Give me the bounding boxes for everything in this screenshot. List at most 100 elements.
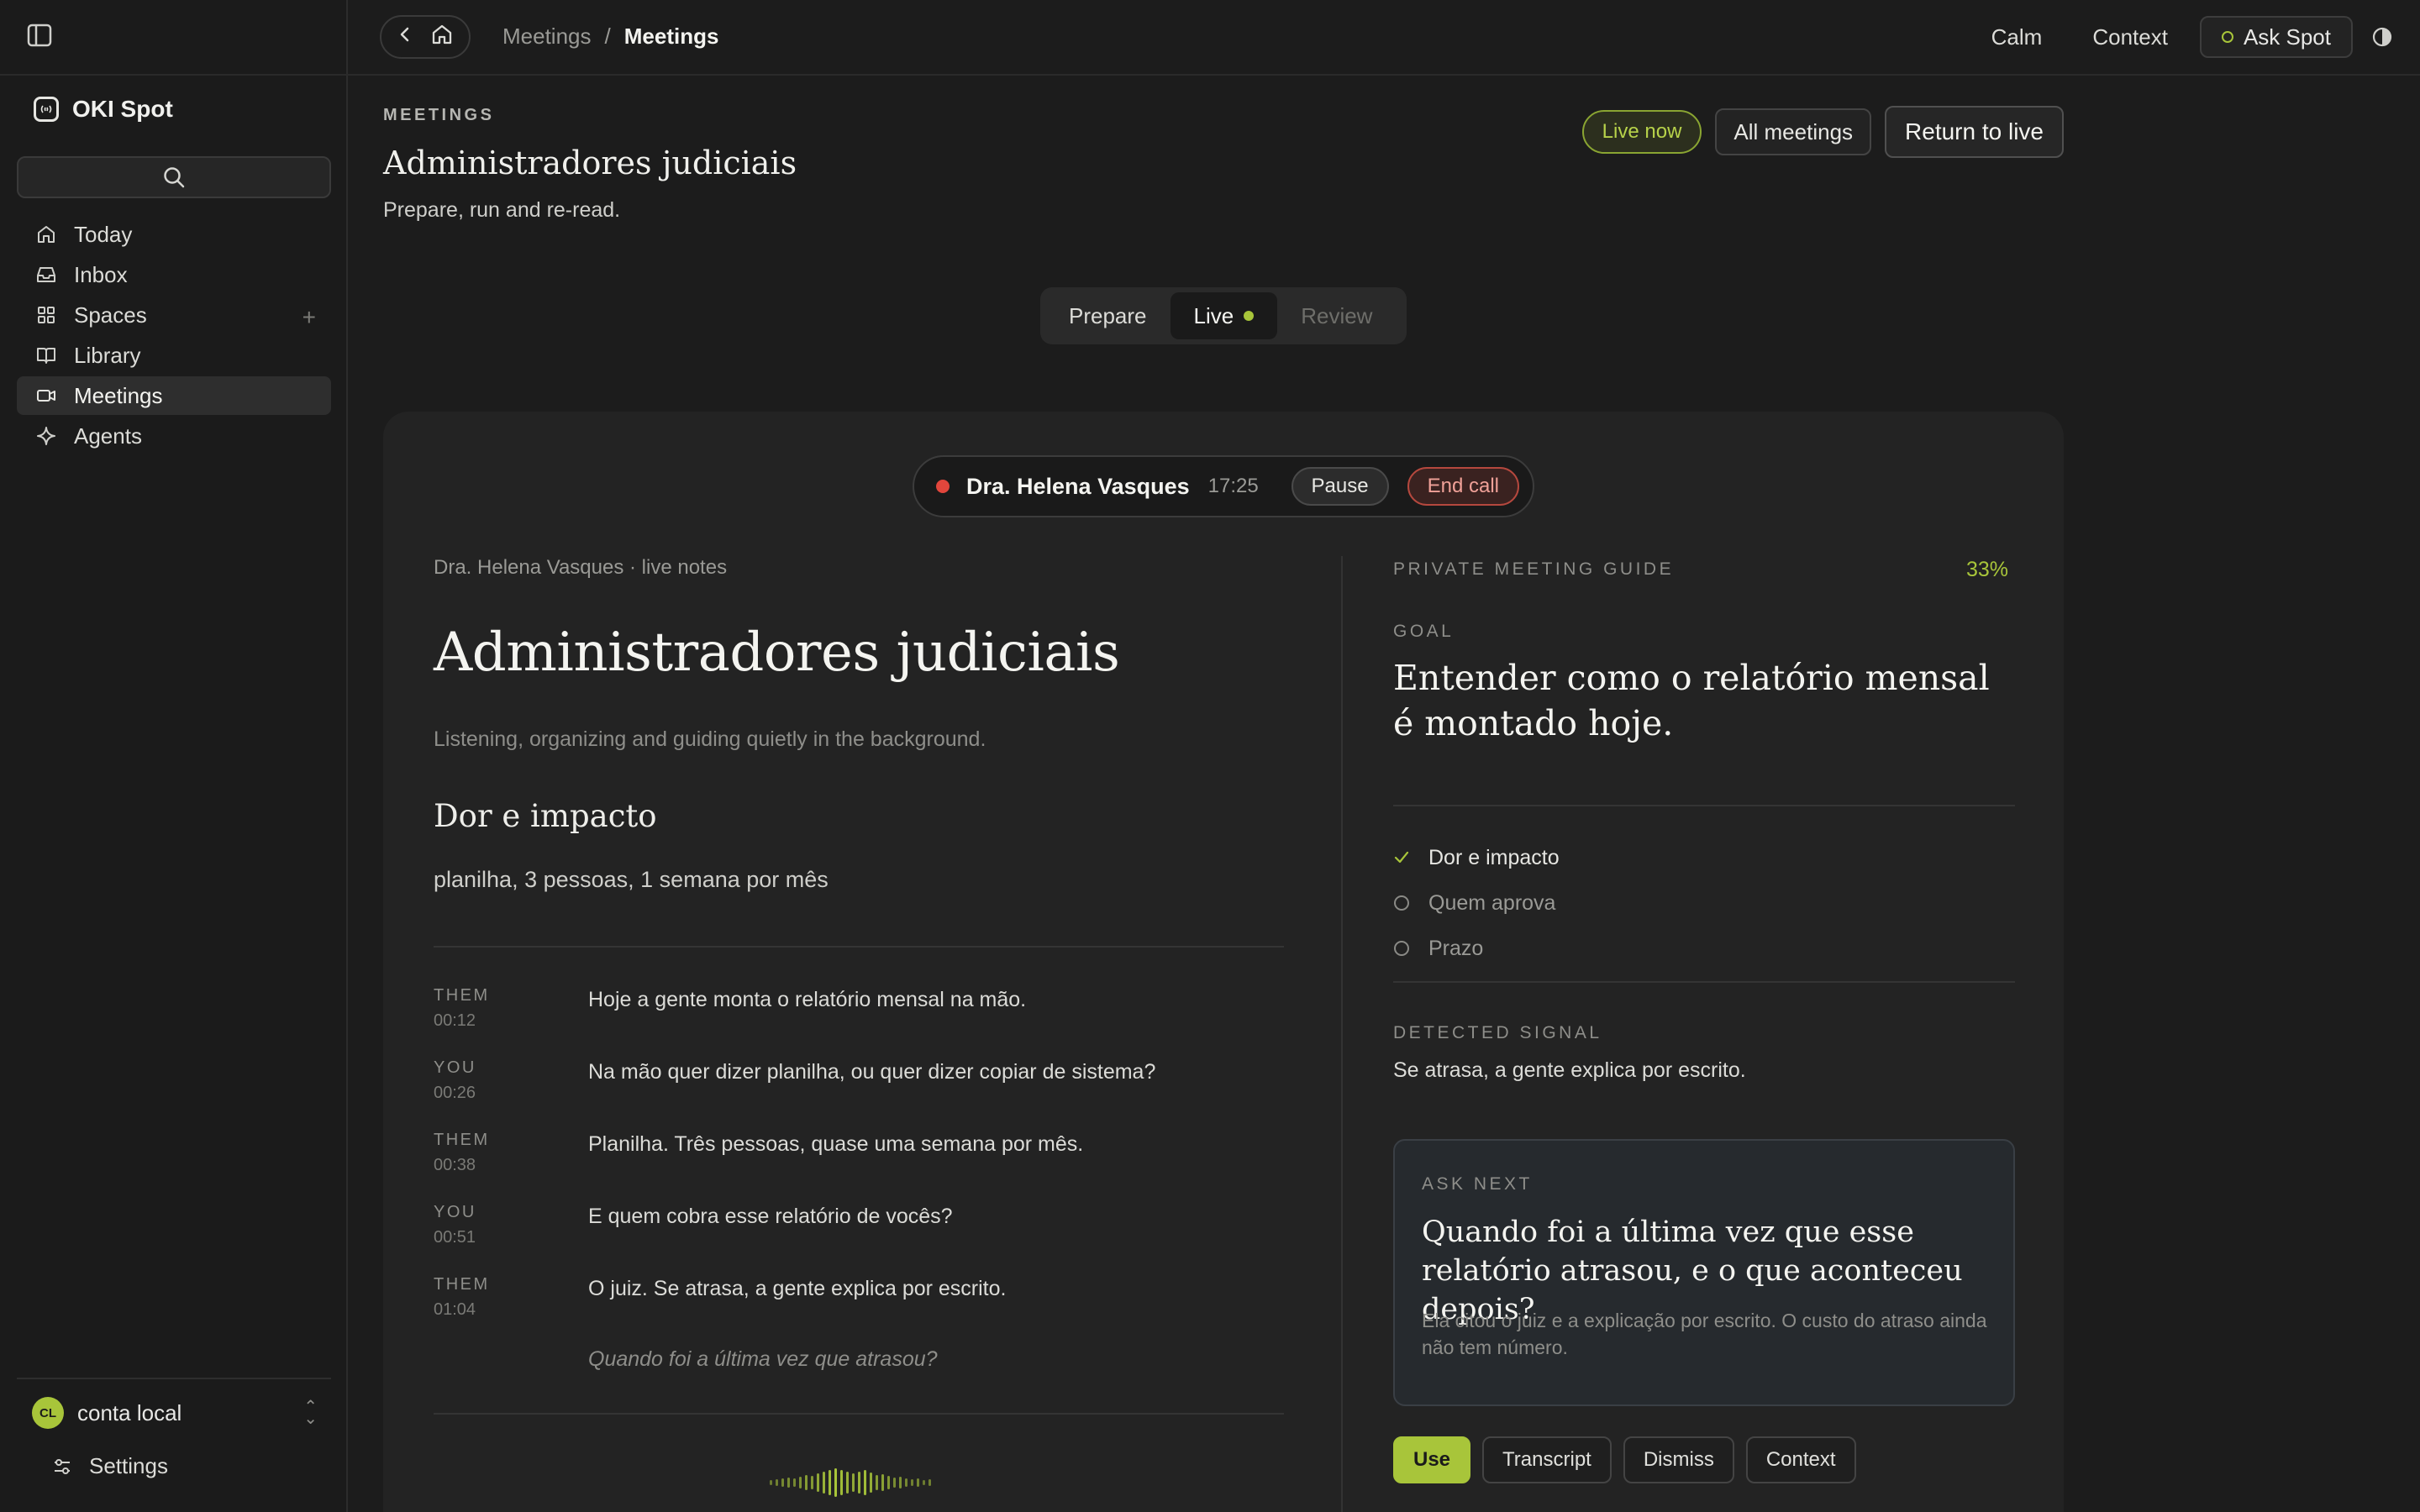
sidebar-item-label: Spaces (74, 302, 147, 328)
circle-icon (1393, 940, 1410, 957)
waveform-bar (846, 1472, 849, 1494)
waveform-bar (876, 1475, 878, 1490)
waveform-bar (793, 1478, 796, 1487)
divider (1393, 805, 2015, 806)
top-actions: Calm Context Ask Spot (1991, 15, 2420, 59)
sidebar-item-inbox[interactable]: Inbox (17, 255, 331, 294)
guide-checklist: Dor e impacto Quem aprova Prazo (1393, 835, 1560, 971)
breadcrumb-separator: / (604, 24, 611, 49)
notes-section-heading: Dor e impacto (434, 798, 657, 834)
context-button[interactable]: Context (1745, 1436, 1856, 1483)
goal-eyebrow: GOAL (1393, 622, 1455, 641)
settings-link[interactable]: Settings (52, 1453, 168, 1479)
sidebar-nav: Today Inbox Spaces + Library Meetings Ag… (17, 215, 331, 457)
transcript-row: YOU 00:26 Na mão quer dizer planilha, ou… (434, 1058, 1284, 1131)
checklist-item[interactable]: Dor e impacto (1393, 835, 1560, 880)
notes-meta: Dra. Helena Vasques · live notes (434, 556, 728, 579)
waveform-bar (781, 1478, 784, 1487)
account-switcher[interactable]: CL conta local ⌃ ⌄ (32, 1396, 318, 1430)
checklist-label: Dor e impacto (1428, 845, 1560, 869)
waveform-bar (799, 1477, 802, 1488)
sidebar-item-library[interactable]: Library (17, 336, 331, 375)
sidebar-item-label: Today (74, 221, 133, 247)
divider (434, 1413, 1284, 1415)
circle-icon (1393, 895, 1410, 911)
guide-eyebrow: PRIVATE MEETING GUIDE (1393, 559, 1675, 579)
calm-button[interactable]: Calm (1991, 24, 2043, 50)
checklist-item[interactable]: Quem aprova (1393, 880, 1560, 926)
ask-next-actions: Use Transcript Dismiss Context (1393, 1436, 1856, 1483)
notes-line: planilha, 3 pessoas, 1 semana por mês (434, 867, 829, 892)
divider (17, 1378, 331, 1379)
ask-spot-button[interactable]: Ask Spot (2199, 16, 2353, 58)
sidebar-item-meetings[interactable]: Meetings (17, 376, 331, 415)
divider (434, 946, 1284, 948)
tab-live[interactable]: Live (1170, 292, 1278, 339)
tab-label: Prepare (1069, 302, 1147, 328)
tab-prepare[interactable]: Prepare (1045, 292, 1171, 339)
caller-name: Dra. Helena Vasques (966, 473, 1190, 499)
sidebar-toggle-icon[interactable] (27, 24, 60, 52)
waveform-bar (829, 1470, 831, 1495)
notes-title: Administradores judiciais (434, 622, 1120, 684)
sidebar-item-label: Library (74, 342, 141, 368)
breadcrumb-parent[interactable]: Meetings (502, 24, 592, 50)
ask-spot-label: Ask Spot (2243, 24, 2331, 50)
search-input[interactable] (17, 156, 331, 198)
context-button[interactable]: Context (2092, 24, 2168, 50)
call-timer: 17:25 (1207, 475, 1259, 497)
sidebar-item-spaces[interactable]: Spaces + (17, 296, 331, 334)
back-icon[interactable] (397, 24, 413, 50)
home-icon[interactable] (430, 23, 454, 52)
return-to-live-button[interactable]: Return to live (1885, 106, 2064, 158)
checklist-label: Prazo (1428, 936, 1484, 960)
page-eyebrow: MEETINGS (383, 106, 495, 124)
logo-icon (34, 97, 59, 122)
waveform-bar (899, 1477, 902, 1488)
waveform-bar (917, 1478, 919, 1487)
account-name: conta local (77, 1399, 182, 1425)
checklist-label: Quem aprova (1428, 890, 1556, 915)
call-bar: Dra. Helena Vasques 17:25 Pause End call (913, 455, 1534, 517)
notes-subtitle: Listening, organizing and guiding quietl… (434, 727, 986, 751)
signal-text: Se atrasa, a gente explica por escrito. (1393, 1058, 1746, 1082)
theme-toggle-icon[interactable] (2371, 26, 2393, 48)
recording-dot-icon (936, 480, 950, 493)
sidebar-item-label: Inbox (74, 261, 128, 287)
transcript-button[interactable]: Transcript (1482, 1436, 1612, 1483)
page-actions: Live now All meetings Return to live (1581, 106, 2064, 158)
ask-next-note: Ela citou o juiz e a explicação por escr… (1422, 1310, 1987, 1358)
timestamp: 00:38 (434, 1156, 476, 1174)
utterance-text: O juiz. Se atrasa, a gente explica por e… (588, 1277, 1007, 1300)
sliders-icon (55, 1458, 70, 1474)
book-icon (37, 348, 55, 364)
sidebar-item-agents[interactable]: Agents (17, 417, 331, 455)
divider (1393, 981, 2015, 983)
waveform-bar (870, 1473, 872, 1493)
all-meetings-button[interactable]: All meetings (1715, 108, 1872, 155)
live-dot-icon (1244, 311, 1255, 321)
waveform-bar (834, 1468, 837, 1497)
use-button[interactable]: Use (1393, 1436, 1471, 1483)
dismiss-button[interactable]: Dismiss (1623, 1436, 1734, 1483)
transcript-row: YOU 00:51 E quem cobra esse relatório de… (434, 1203, 1284, 1275)
end-call-button[interactable]: End call (1407, 467, 1519, 506)
settings-label: Settings (89, 1453, 168, 1478)
video-icon (37, 390, 55, 402)
sidebar-item-today[interactable]: Today (17, 215, 331, 254)
mode-tabs: Prepare Live Review (1040, 287, 1407, 344)
waveform-bar (887, 1476, 890, 1489)
waveform-bar (776, 1479, 778, 1486)
tab-review[interactable]: Review (1277, 292, 1396, 339)
brand[interactable]: OKI Spot (34, 96, 173, 123)
waveform-bar (817, 1473, 819, 1492)
pause-button[interactable]: Pause (1291, 467, 1389, 506)
home-icon (38, 226, 55, 243)
waveform-bar (840, 1470, 843, 1495)
checklist-item[interactable]: Prazo (1393, 926, 1560, 971)
speaker-label: THEM (434, 986, 490, 1005)
history-nav (380, 15, 471, 59)
inbox-icon (37, 267, 55, 282)
ask-next-eyebrow: ASK NEXT (1422, 1174, 1533, 1194)
add-space-icon[interactable]: + (302, 304, 316, 331)
